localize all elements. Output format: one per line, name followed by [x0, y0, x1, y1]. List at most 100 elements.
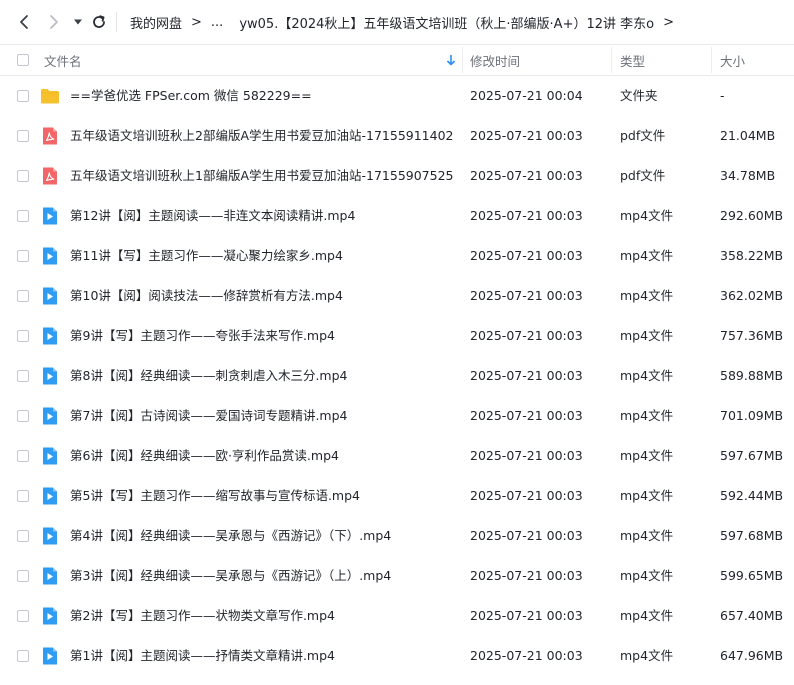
row-checkbox[interactable] — [17, 410, 29, 422]
file-name[interactable]: 第3讲【阅】经典细读——吴承恩与《西游记》（上）.mp4 — [70, 556, 454, 596]
row-checkbox[interactable] — [17, 610, 29, 622]
file-icon — [40, 246, 60, 266]
column-divider[interactable] — [611, 47, 612, 73]
file-name[interactable]: ==学爸优选 FPSer.com 微信 582229== — [70, 76, 454, 116]
file-size: 701.09MB — [720, 408, 784, 423]
column-header-name[interactable]: 文件名 — [44, 45, 82, 75]
file-type: mp4文件 — [620, 288, 674, 303]
row-checkbox[interactable] — [17, 570, 29, 582]
select-all-checkbox[interactable] — [17, 54, 29, 66]
row-checkbox[interactable] — [17, 210, 29, 222]
file-modified-time: 2025-07-21 00:04 — [470, 88, 583, 103]
file-row[interactable]: 五年级语文培训班秋上1部编版A学生用书爱豆加油站-171559075255...… — [0, 156, 794, 196]
row-checkbox[interactable] — [17, 90, 29, 102]
column-header-time-label: 修改时间 — [470, 53, 521, 69]
history-dropdown-button[interactable] — [68, 12, 88, 32]
row-checkbox[interactable] — [17, 450, 29, 462]
file-modified-time: 2025-07-21 00:03 — [470, 408, 583, 423]
file-row[interactable]: 第1讲【阅】主题阅读——抒情类文章精讲.mp4 2025-07-21 00:03… — [0, 636, 794, 676]
file-name[interactable]: 第8讲【阅】经典细读——刺贪刺虐入木三分.mp4 — [70, 356, 454, 396]
back-button[interactable] — [14, 12, 34, 32]
file-row[interactable]: 第11讲【写】主题习作——凝心聚力绘家乡.mp4 2025-07-21 00:0… — [0, 236, 794, 276]
chevron-left-icon — [20, 15, 28, 29]
file-row[interactable]: 第12讲【阅】主题阅读——非连文本阅读精讲.mp4 2025-07-21 00:… — [0, 196, 794, 236]
row-checkbox[interactable] — [17, 650, 29, 662]
file-name[interactable]: 五年级语文培训班秋上1部编版A学生用书爱豆加油站-171559075255... — [70, 156, 454, 196]
file-row[interactable]: 第9讲【写】主题习作——夸张手法来写作.mp4 2025-07-21 00:03… — [0, 316, 794, 356]
file-icon — [40, 126, 60, 146]
file-row[interactable]: 第2讲【写】主题习作——状物类文章写作.mp4 2025-07-21 00:03… — [0, 596, 794, 636]
caret-down-icon — [74, 19, 82, 25]
file-size: - — [720, 88, 725, 103]
forward-button[interactable] — [44, 12, 64, 32]
file-type: mp4文件 — [620, 208, 674, 223]
refresh-button[interactable] — [89, 12, 109, 32]
file-size: 358.22MB — [720, 248, 784, 263]
file-row[interactable]: 第6讲【阅】经典细读——欧·亨利作品赏读.mp4 2025-07-21 00:0… — [0, 436, 794, 476]
file-row[interactable]: 第10讲【阅】阅读技法——修辞赏析有方法.mp4 2025-07-21 00:0… — [0, 276, 794, 316]
column-header-size[interactable]: 大小 — [720, 45, 745, 75]
file-name[interactable]: 第11讲【写】主题习作——凝心聚力绘家乡.mp4 — [70, 236, 454, 276]
video-icon — [43, 487, 57, 505]
file-icon — [40, 206, 60, 226]
file-row[interactable]: 第8讲【阅】经典细读——刺贪刺虐入木三分.mp4 2025-07-21 00:0… — [0, 356, 794, 396]
file-row[interactable]: 第5讲【写】主题习作——缩写故事与宣传标语.mp4 2025-07-21 00:… — [0, 476, 794, 516]
file-type: pdf文件 — [620, 128, 666, 143]
file-name[interactable]: 第9讲【写】主题习作——夸张手法来写作.mp4 — [70, 316, 454, 356]
file-size: 657.40MB — [720, 608, 784, 623]
file-name[interactable]: 第6讲【阅】经典细读——欧·亨利作品赏读.mp4 — [70, 436, 454, 476]
file-modified-time: 2025-07-21 00:03 — [470, 328, 583, 343]
file-type: mp4文件 — [620, 248, 674, 263]
file-modified-time: 2025-07-21 00:03 — [470, 488, 583, 503]
file-name[interactable]: 第7讲【阅】古诗阅读——爱国诗词专题精讲.mp4 — [70, 396, 454, 436]
breadcrumb-ellipsis[interactable]: ... — [211, 15, 223, 30]
breadcrumb-separator: > — [191, 14, 202, 30]
chevron-right-icon — [50, 15, 58, 29]
file-name[interactable]: 第2讲【写】主题习作——状物类文章写作.mp4 — [70, 596, 454, 636]
folder-icon — [41, 89, 59, 104]
file-modified-time: 2025-07-21 00:03 — [470, 128, 583, 143]
breadcrumb-root[interactable]: 我的网盘 — [130, 13, 182, 32]
navigation-bar: 我的网盘 > ... yw05.【2024秋上】五年级语文培训班（秋上·部编版·… — [0, 0, 794, 44]
file-size: 597.67MB — [720, 448, 784, 463]
file-type: mp4文件 — [620, 568, 674, 583]
file-icon — [40, 366, 60, 386]
row-checkbox[interactable] — [17, 250, 29, 262]
file-size: 592.44MB — [720, 488, 784, 503]
column-header-type[interactable]: 类型 — [620, 45, 645, 75]
file-icon — [40, 406, 60, 426]
file-row[interactable]: 第7讲【阅】古诗阅读——爱国诗词专题精讲.mp4 2025-07-21 00:0… — [0, 396, 794, 436]
row-checkbox[interactable] — [17, 170, 29, 182]
file-name[interactable]: 第4讲【阅】经典细读——吴承恩与《西游记》（下）.mp4 — [70, 516, 454, 556]
file-row[interactable]: 第4讲【阅】经典细读——吴承恩与《西游记》（下）.mp4 2025-07-21 … — [0, 516, 794, 556]
video-icon — [43, 407, 57, 425]
column-divider[interactable] — [462, 47, 463, 73]
file-size: 647.96MB — [720, 648, 784, 663]
row-checkbox[interactable] — [17, 490, 29, 502]
row-checkbox[interactable] — [17, 370, 29, 382]
video-icon — [43, 327, 57, 345]
column-header-size-label: 大小 — [720, 53, 746, 69]
column-header-time[interactable]: 修改时间 — [470, 45, 520, 75]
file-type: mp4文件 — [620, 488, 674, 503]
file-row[interactable]: 五年级语文培训班秋上2部编版A学生用书爱豆加油站-171559114023...… — [0, 116, 794, 156]
file-row[interactable]: 第3讲【阅】经典细读——吴承恩与《西游记》（上）.mp4 2025-07-21 … — [0, 556, 794, 596]
file-name[interactable]: 第1讲【阅】主题阅读——抒情类文章精讲.mp4 — [70, 636, 454, 676]
row-checkbox[interactable] — [17, 530, 29, 542]
file-name[interactable]: 五年级语文培训班秋上2部编版A学生用书爱豆加油站-171559114023... — [70, 116, 454, 156]
column-divider[interactable] — [711, 47, 712, 73]
file-row[interactable]: ==学爸优选 FPSer.com 微信 582229== 2025-07-21 … — [0, 76, 794, 116]
file-name[interactable]: 第10讲【阅】阅读技法——修辞赏析有方法.mp4 — [70, 276, 454, 316]
file-name[interactable]: 第5讲【写】主题习作——缩写故事与宣传标语.mp4 — [70, 476, 454, 516]
breadcrumb-end-separator[interactable]: > — [663, 15, 674, 30]
file-modified-time: 2025-07-21 00:03 — [470, 248, 583, 263]
row-checkbox[interactable] — [17, 330, 29, 342]
file-type: mp4文件 — [620, 648, 674, 663]
file-name[interactable]: 第12讲【阅】主题阅读——非连文本阅读精讲.mp4 — [70, 196, 454, 236]
sort-indicator[interactable] — [446, 45, 456, 75]
file-modified-time: 2025-07-21 00:03 — [470, 528, 583, 543]
file-modified-time: 2025-07-21 00:03 — [470, 448, 583, 463]
row-checkbox[interactable] — [17, 290, 29, 302]
breadcrumb-current-folder[interactable]: yw05.【2024秋上】五年级语文培训班（秋上·部编版·A+）12讲 李东o — [239, 13, 654, 32]
row-checkbox[interactable] — [17, 130, 29, 142]
